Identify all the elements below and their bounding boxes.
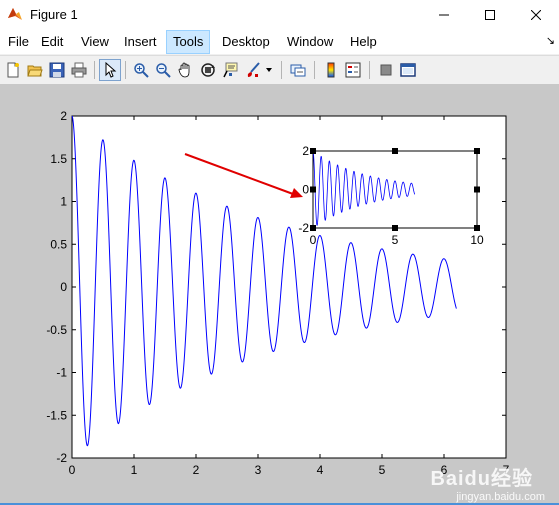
menu-edit[interactable]: Edit bbox=[35, 30, 69, 54]
selection-handle[interactable] bbox=[392, 148, 398, 154]
selection-handle[interactable] bbox=[310, 225, 316, 231]
show-plot-tools-button[interactable] bbox=[397, 59, 419, 81]
watermark-logo: Baidu经验 bbox=[430, 468, 533, 490]
y-tick-label: -2 bbox=[56, 451, 67, 465]
y-tick-label: -0.5 bbox=[46, 323, 67, 337]
maximize-button[interactable] bbox=[467, 0, 513, 30]
show-plot-tools-icon bbox=[400, 63, 416, 77]
close-icon bbox=[531, 10, 541, 20]
inset-y-tick-label: 0 bbox=[302, 183, 309, 197]
new-figure-button[interactable] bbox=[2, 59, 24, 81]
brush-button[interactable] bbox=[242, 59, 264, 81]
window-title: Figure 1 bbox=[30, 7, 78, 22]
insert-colorbar-button[interactable] bbox=[320, 59, 342, 81]
save-button[interactable] bbox=[46, 59, 68, 81]
inset-y-tick-label: -2 bbox=[298, 221, 309, 235]
inset-y-tick-label: 2 bbox=[302, 144, 309, 158]
open-file-icon bbox=[27, 65, 43, 77]
x-tick-label: 5 bbox=[379, 463, 386, 477]
brush-dropdown-icon bbox=[266, 68, 272, 72]
edit-plot-arrow-icon bbox=[105, 62, 117, 78]
selection-handle[interactable] bbox=[310, 186, 316, 193]
new-figure-icon bbox=[7, 62, 19, 78]
selection-handle[interactable] bbox=[474, 225, 480, 231]
x-tick-label: 3 bbox=[255, 463, 262, 477]
colorbar-icon bbox=[327, 62, 335, 78]
x-tick-label: 4 bbox=[317, 463, 324, 477]
x-tick-label: 1 bbox=[131, 463, 138, 477]
rotate-3d-button[interactable] bbox=[197, 59, 219, 81]
title-bar: Figure 1 bbox=[0, 0, 559, 30]
menu-tools[interactable]: Tools bbox=[166, 30, 211, 54]
edit-plot-button[interactable] bbox=[99, 59, 121, 81]
y-tick-label: -1.5 bbox=[46, 408, 67, 422]
watermark-url: jingyan.baidu.com bbox=[456, 491, 545, 503]
print-icon bbox=[71, 62, 87, 78]
plot-area: 0 1 2 3 4 5 6 7-2-1.5-1-0.500.511.52 0 5 10-202 bbox=[46, 109, 509, 477]
toolbar-separator bbox=[94, 61, 95, 79]
zoom-out-icon bbox=[156, 63, 171, 78]
menu-window[interactable]: Window bbox=[281, 30, 339, 54]
toolbar-separator bbox=[281, 61, 282, 79]
figure-toolbar bbox=[0, 55, 559, 85]
dock-figure-icon[interactable]: ↘ bbox=[546, 34, 555, 47]
y-tick-label: -1 bbox=[56, 366, 67, 380]
toolbar-separator bbox=[314, 61, 315, 79]
minimize-icon bbox=[439, 14, 449, 16]
toolbar-separator bbox=[125, 61, 126, 79]
y-tick-label: 0.5 bbox=[50, 237, 67, 251]
inset-x-tick-label: 5 bbox=[392, 233, 399, 247]
data-cursor-icon bbox=[223, 62, 238, 78]
y-tick-label: 0 bbox=[60, 280, 67, 294]
zoom-out-button[interactable] bbox=[152, 59, 174, 81]
selection-handle[interactable] bbox=[310, 148, 316, 154]
brush-icon bbox=[247, 62, 260, 77]
selection-handle[interactable] bbox=[474, 186, 480, 193]
brush-dropdown-button[interactable] bbox=[263, 59, 275, 81]
matlab-logo-icon bbox=[8, 8, 22, 20]
menu-insert[interactable]: Insert bbox=[118, 30, 163, 54]
minimize-button[interactable] bbox=[421, 0, 467, 30]
menu-help[interactable]: Help bbox=[344, 30, 383, 54]
hide-plot-tools-button[interactable] bbox=[375, 59, 397, 81]
menu-desktop[interactable]: Desktop bbox=[216, 30, 276, 54]
maximize-icon bbox=[485, 10, 495, 20]
selection-handle[interactable] bbox=[392, 225, 398, 231]
hide-plot-tools-icon bbox=[380, 64, 392, 76]
zoom-in-icon bbox=[134, 63, 149, 78]
close-button[interactable] bbox=[513, 0, 559, 30]
y-tick-label: 1.5 bbox=[50, 152, 67, 166]
inset-axes[interactable] bbox=[312, 150, 478, 229]
inset-x-tick-label: 0 bbox=[310, 233, 317, 247]
menu-bar: File Edit View Insert Tools Desktop Wind… bbox=[0, 30, 559, 55]
x-tick-label: 0 bbox=[69, 463, 76, 477]
data-cursor-button[interactable] bbox=[220, 59, 242, 81]
y-tick-label: 2 bbox=[60, 109, 67, 123]
legend-icon bbox=[345, 62, 361, 78]
link-plot-button[interactable] bbox=[287, 59, 309, 81]
menu-view[interactable]: View bbox=[75, 30, 115, 54]
figure-canvas[interactable]: 0 1 2 3 4 5 6 7 -2 -1.5 -1 -0.5 0 0.5 1 1.5 2 0 5 10 -2 0 2 B… bbox=[0, 84, 559, 505]
insert-legend-button[interactable] bbox=[342, 59, 364, 81]
link-plot-icon bbox=[290, 64, 306, 77]
toolbar-separator bbox=[369, 61, 370, 79]
inset-x-tick-label: 10 bbox=[470, 233, 484, 247]
pan-button[interactable] bbox=[174, 59, 196, 81]
menu-file[interactable]: File bbox=[2, 30, 35, 54]
open-file-button[interactable] bbox=[24, 59, 46, 81]
rotate-3d-icon bbox=[201, 63, 215, 77]
save-icon bbox=[49, 62, 65, 78]
print-button[interactable] bbox=[68, 59, 90, 81]
pan-hand-icon bbox=[178, 62, 190, 78]
selection-handle[interactable] bbox=[474, 148, 480, 154]
y-tick-label: 1 bbox=[60, 195, 67, 209]
zoom-in-button[interactable] bbox=[130, 59, 152, 81]
x-tick-label: 2 bbox=[193, 463, 200, 477]
